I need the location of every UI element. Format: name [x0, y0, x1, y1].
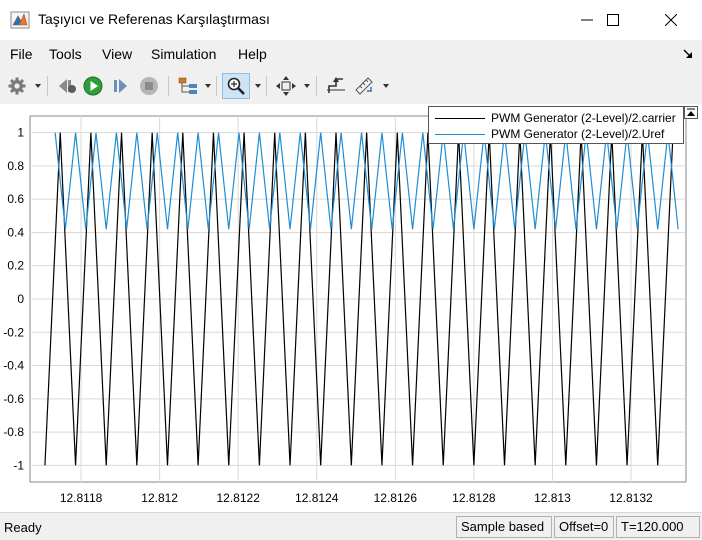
step-back-icon — [59, 79, 76, 93]
toolbar-separator — [316, 76, 317, 96]
run-icon — [83, 76, 103, 96]
y-tick-labels: 1 0.8 0.6 0.4 0.2 0 -0.2 -0.4 -0.6 -0.8 -1 — [3, 126, 24, 473]
maximize-button[interactable] — [590, 0, 636, 40]
cursor-measure-icon — [355, 77, 373, 95]
x-tick-label: 12.8132 — [609, 491, 653, 505]
triggers-icon — [327, 77, 345, 93]
time-field: T=120.000 — [616, 516, 700, 538]
toolbar-separator — [47, 76, 48, 96]
collapse-arrow-icon — [687, 108, 695, 116]
status-bar: Ready Sample based Offset=0 T=120.000 — [0, 512, 702, 540]
y-tick-label: 0.2 — [7, 259, 24, 273]
y-tick-label: 0.6 — [7, 192, 24, 206]
cursor-measure-button[interactable] — [352, 73, 376, 99]
close-button[interactable] — [648, 0, 694, 40]
menu-bar: File Tools View Simulation Help — [0, 40, 702, 68]
y-tick-label: -0.2 — [3, 325, 24, 339]
y-tick-label: 0.4 — [7, 225, 24, 239]
settings-button[interactable] — [6, 73, 28, 99]
y-tick-label: -1 — [13, 458, 24, 472]
menu-tools[interactable]: Tools — [49, 46, 82, 62]
scope-plot[interactable]: 1 0.8 0.6 0.4 0.2 0 -0.2 -0.4 -0.6 -0.8 -1 12.8118… — [0, 104, 702, 512]
x-tick-label: 12.8118 — [60, 491, 103, 505]
undock-arrow-icon[interactable] — [682, 48, 694, 60]
plot-area[interactable]: 1 0.8 0.6 0.4 0.2 0 -0.2 -0.4 -0.6 -0.8 -1 12.8118… — [0, 104, 702, 512]
zoom-icon — [227, 77, 245, 95]
signal-hierarchy-icon — [178, 77, 197, 94]
legend[interactable]: PWM Generator (2-Level)/2.carrier PWM Ge… — [428, 106, 684, 144]
y-tick-label: -0.6 — [3, 392, 24, 406]
x-tick-label: 12.812 — [141, 491, 178, 505]
stop-button[interactable] — [138, 73, 160, 99]
toolbar-separator — [266, 76, 267, 96]
step-forward-icon — [114, 79, 127, 93]
run-button[interactable] — [82, 73, 104, 99]
legend-collapse-button[interactable] — [684, 106, 698, 119]
step-back-button[interactable] — [56, 73, 78, 99]
x-tick-label: 12.813 — [534, 491, 571, 505]
window-title: Taşıyıcı ve Referenas Karşılaştırması — [38, 11, 270, 27]
fit-to-view-button[interactable] — [274, 73, 298, 99]
toolbar — [0, 68, 702, 104]
settings-dropdown-arrow[interactable] — [35, 84, 41, 88]
menu-file[interactable]: File — [10, 46, 33, 62]
offset-field: Offset=0 — [554, 516, 614, 538]
menu-help[interactable]: Help — [238, 46, 267, 62]
x-tick-label: 12.8124 — [295, 491, 339, 505]
legend-label-uref: PWM Generator (2-Level)/2.Uref — [491, 127, 665, 141]
y-tick-label: -0.4 — [3, 359, 24, 373]
matlab-scope-icon — [10, 11, 30, 29]
x-tick-label: 12.8122 — [216, 491, 260, 505]
y-tick-label: -0.8 — [3, 425, 24, 439]
title-bar[interactable]: Taşıyıcı ve Referenas Karşılaştırması — [0, 0, 702, 40]
x-tick-label: 12.8128 — [452, 491, 496, 505]
y-tick-label: 0 — [17, 292, 24, 306]
menu-simulation[interactable]: Simulation — [151, 46, 216, 62]
legend-label-carrier: PWM Generator (2-Level)/2.carrier — [491, 111, 676, 125]
zoom-dropdown-arrow[interactable] — [255, 84, 261, 88]
stop-icon — [140, 77, 158, 95]
y-tick-label: 0.8 — [7, 159, 24, 173]
zoom-button[interactable] — [222, 73, 250, 99]
menu-view[interactable]: View — [102, 46, 132, 62]
step-forward-button[interactable] — [110, 73, 132, 99]
measure-dropdown-arrow[interactable] — [383, 84, 389, 88]
legend-line-carrier — [435, 117, 485, 119]
sample-mode-field: Sample based — [456, 516, 552, 538]
fit-to-view-icon — [276, 76, 296, 96]
y-tick-label: 1 — [17, 126, 24, 140]
gear-icon — [8, 77, 26, 95]
x-tick-labels: 12.8118 12.812 12.8122 12.8124 12.8126 12.812… — [60, 491, 653, 505]
toolbar-separator — [216, 76, 217, 96]
legend-entry-carrier: PWM Generator (2-Level)/2.carrier — [435, 110, 676, 126]
signal-hierarchy-dropdown-arrow[interactable] — [205, 84, 211, 88]
maximize-icon — [607, 14, 619, 26]
close-icon — [665, 14, 677, 26]
legend-entry-uref: PWM Generator (2-Level)/2.Uref — [435, 126, 664, 142]
legend-line-uref — [435, 133, 485, 135]
triggers-button[interactable] — [324, 73, 348, 99]
status-text: Ready — [4, 520, 42, 535]
signal-hierarchy-button[interactable] — [176, 73, 200, 99]
toolbar-separator — [168, 76, 169, 96]
x-tick-label: 12.8126 — [374, 491, 418, 505]
scope-window: Taşıyıcı ve Referenas Karşılaştırması Fi… — [0, 0, 702, 540]
fit-dropdown-arrow[interactable] — [304, 84, 310, 88]
